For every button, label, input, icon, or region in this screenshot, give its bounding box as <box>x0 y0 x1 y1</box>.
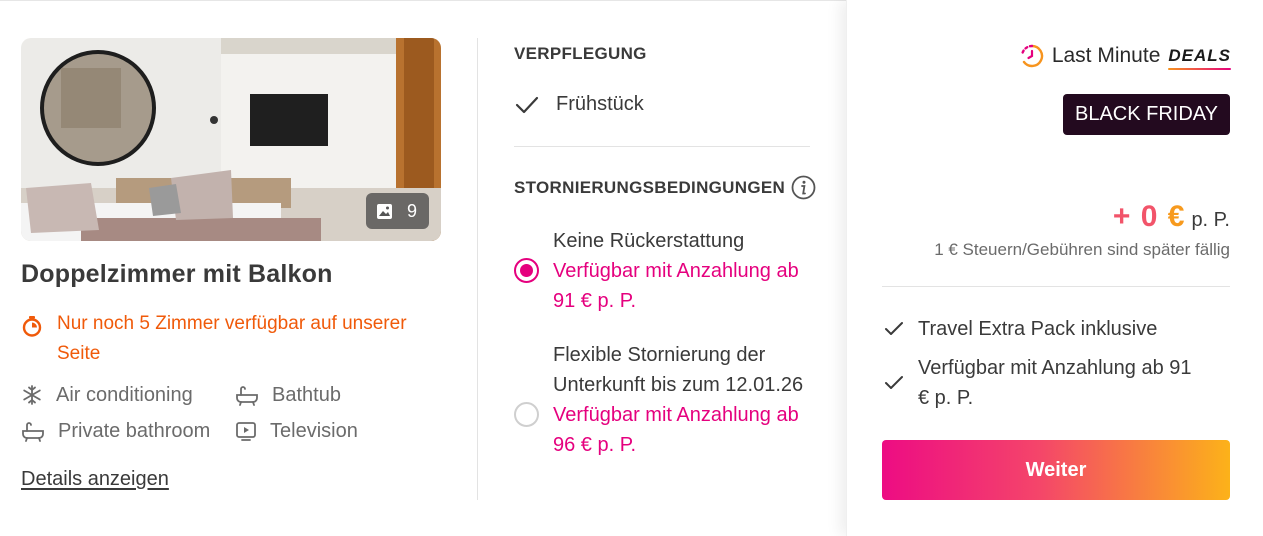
check-icon <box>515 96 539 113</box>
price-per-person: p. P. <box>1191 209 1230 231</box>
feature-text: Travel Extra Pack inklusive <box>918 318 1158 340</box>
option-availability: Verfügbar mit Anzahlung ab 96 € p. P. <box>553 404 799 456</box>
feature-travel-extra-pack: Travel Extra Pack inklusive <box>884 314 1204 344</box>
panel-divider <box>882 286 1230 287</box>
television-icon <box>236 422 256 441</box>
bathtub-icon <box>236 386 258 406</box>
photo-count: 9 <box>406 200 417 221</box>
tax-note: 1 € Steuern/Gebühren sind später fällig <box>934 240 1230 259</box>
radio-button-selected[interactable] <box>514 258 539 283</box>
feature-deposit: Verfügbar mit Anzahlung ab 91 € p. P. <box>884 353 1204 413</box>
room-photo[interactable]: 9 <box>21 38 441 241</box>
price-surcharge: + 0 € p. P. <box>1113 200 1230 234</box>
board-value: Frühstück <box>556 93 644 115</box>
cancellation-option-flexible[interactable]: Flexible Stornierung der Unterkunft bis … <box>514 340 814 460</box>
continue-button[interactable]: Weiter <box>882 440 1230 500</box>
image-icon <box>376 203 392 219</box>
board-heading: VERPFLEGUNG <box>514 44 647 63</box>
amenity-label: Bathtub <box>272 383 341 406</box>
option-label: Flexible Stornierung der Unterkunft bis … <box>553 344 804 396</box>
availability-warning: Nur noch 5 Zimmer verfügbar auf unserer … <box>21 309 421 369</box>
option-availability: Verfügbar mit Anzahlung ab 91 € p. P. <box>553 260 799 312</box>
column-divider <box>477 38 478 500</box>
black-friday-badge: BLACK FRIDAY <box>1063 94 1230 135</box>
check-icon <box>885 376 903 389</box>
radio-button[interactable] <box>514 402 539 427</box>
snowflake-icon <box>23 385 41 405</box>
details-link[interactable]: Details anzeigen <box>21 468 169 491</box>
stopwatch-icon <box>22 316 42 337</box>
last-minute-text: Last Minute <box>1051 44 1161 67</box>
amenity-private-bathroom: Private bathroom <box>21 417 235 445</box>
amenity-label: Television <box>270 419 358 442</box>
feature-text: Verfügbar mit Anzahlung ab 91 € p. P. <box>918 357 1192 409</box>
amenity-air-conditioning: Air conditioning <box>21 381 235 409</box>
cancellation-option-no-refund[interactable]: Keine Rückerstattung Verfügbar mit Anzah… <box>514 226 814 316</box>
photo-count-badge[interactable]: 9 <box>365 193 429 229</box>
cancellation-heading: STORNIERUNGSBEDINGUNGEN <box>514 178 786 197</box>
option-label: Keine Rückerstattung <box>553 230 745 252</box>
check-icon <box>885 322 903 335</box>
amenities-list: Air conditioning Bathtub Private bathroo… <box>21 381 435 445</box>
room-title: Doppelzimmer mit Balkon <box>21 260 333 288</box>
amenity-television: Television <box>235 417 435 445</box>
last-minute-deals-logo: Last Minute DEALS <box>1020 44 1231 70</box>
last-minute-clock-icon <box>1021 44 1043 68</box>
bathtub-icon <box>22 422 44 442</box>
room-offer-card: 9 Doppelzimmer mit Balkon Nur noch 5 Zim… <box>0 0 846 536</box>
availability-warning-text: Nur noch 5 Zimmer verfügbar auf unserer … <box>57 313 407 364</box>
price-amount: + 0 <box>1112 200 1159 233</box>
info-icon[interactable] <box>791 175 816 200</box>
amenity-bathtub: Bathtub <box>235 381 435 409</box>
section-divider <box>514 146 810 147</box>
price-currency: € <box>1167 200 1186 233</box>
amenity-label: Air conditioning <box>56 383 193 406</box>
amenity-label: Private bathroom <box>58 419 211 442</box>
deals-text: DEALS <box>1168 46 1231 70</box>
board-item: Frühstück <box>514 93 644 116</box>
